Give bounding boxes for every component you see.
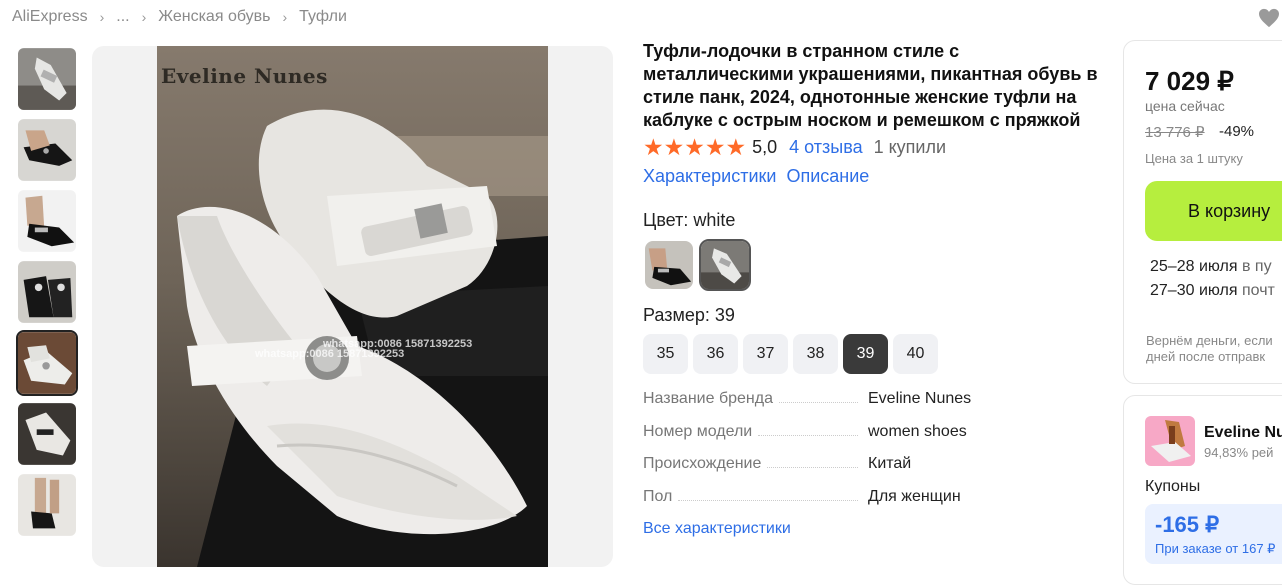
size-option-40[interactable]: 40	[893, 334, 938, 374]
star-icon: ★	[725, 134, 747, 160]
specs-table: Название бренда Eveline Nunes Номер моде…	[643, 390, 1103, 520]
size-option-37[interactable]: 37	[743, 334, 788, 374]
color-option-black[interactable]	[643, 239, 695, 291]
spec-value: Китай	[868, 455, 912, 472]
buy-card: 7 029 ₽ цена сейчас 13 776 ₽ -49% Цена з…	[1123, 40, 1282, 384]
product-photo: Eveline Nunes whatsapp:0086 15871392253 …	[157, 46, 548, 567]
star-icon: ★	[684, 134, 705, 160]
white-pumps-photo	[157, 46, 548, 567]
breadcrumb-shoes[interactable]: Туфли	[299, 8, 347, 26]
rating-stars: ★ ★ ★ ★ ★	[643, 134, 747, 160]
delivery-option-2[interactable]: 27–30 июля почт	[1150, 282, 1275, 300]
main-product-image[interactable]: Eveline Nunes whatsapp:0086 15871392253 …	[92, 46, 613, 567]
spec-dots	[778, 402, 858, 403]
thumbnail-5[interactable]	[16, 330, 78, 396]
all-specs-link[interactable]: Все характеристики	[643, 520, 791, 537]
spec-key-wrap: Пол	[643, 488, 868, 506]
tab-characteristics[interactable]: Характеристики	[643, 166, 776, 187]
spec-row: Происхождение Китай	[643, 455, 1103, 488]
info-tabs: Характеристики Описание	[643, 166, 1103, 187]
delivery-method: в пу	[1241, 258, 1272, 275]
star-icon: ★	[663, 134, 685, 160]
breadcrumb: AliExpress › ... › Женская обувь › Туфли	[12, 8, 347, 26]
refund-line: дней после отправк	[1146, 349, 1266, 364]
discount-badge: -49%	[1219, 123, 1255, 140]
spec-row: Пол Для женщин	[643, 488, 1103, 521]
star-icon: ★	[704, 134, 726, 160]
current-price: 7 029 ₽	[1145, 66, 1234, 96]
bought-count: 1 купили	[873, 136, 947, 157]
chevron-right-icon: ›	[141, 9, 147, 25]
spec-dots	[678, 499, 858, 501]
color-option-white[interactable]	[699, 239, 751, 291]
spec-key: Происхождение	[643, 455, 762, 472]
chevron-right-icon: ›	[282, 9, 288, 25]
spec-value: Для женщин	[868, 487, 961, 505]
spec-value: women shoes	[868, 422, 967, 440]
delivery-method: почт	[1241, 282, 1275, 299]
coupon-card[interactable]: -165 ₽ При заказе от 167 ₽	[1145, 504, 1282, 564]
thumbnail-7[interactable]	[16, 472, 78, 538]
coupon-condition: При заказе от 167 ₽	[1155, 541, 1276, 556]
spec-row: Название бренда Eveline Nunes	[643, 390, 1103, 423]
thumbnail-2[interactable]	[16, 117, 78, 183]
thumbnail-list	[16, 46, 78, 543]
spec-key: Название бренда	[643, 390, 773, 407]
spec-dots	[767, 467, 858, 468]
thumbnail-1[interactable]	[16, 46, 78, 112]
size-label: Размер: 39	[643, 305, 735, 325]
price-note: цена сейчас	[1145, 98, 1225, 114]
brand-watermark: Eveline Nunes	[161, 64, 328, 88]
size-option-38[interactable]: 38	[793, 334, 838, 374]
delivery-date: 25–28 июля	[1150, 258, 1238, 275]
delivery-option-1[interactable]: 25–28 июля в пу	[1150, 258, 1272, 276]
refund-note: Вернём деньги, если дней после отправк	[1146, 333, 1273, 365]
spec-key: Пол	[643, 487, 673, 505]
breadcrumb-womens-shoes[interactable]: Женская обувь	[158, 8, 270, 26]
color-label: Цвет: white	[643, 210, 736, 230]
rating-value: 5,0	[752, 136, 778, 157]
thumbnail-3[interactable]	[16, 188, 78, 254]
spec-row: Номер модели women shoes	[643, 423, 1103, 456]
color-options	[643, 239, 1103, 291]
thumbnail-4[interactable]	[16, 259, 78, 325]
breadcrumb-aliexpress[interactable]: AliExpress	[12, 8, 88, 26]
product-title: Туфли-лодочки в странном стиле с металли…	[643, 41, 1098, 130]
add-to-cart-button[interactable]: В корзину	[1145, 181, 1282, 241]
spec-key: Номер модели	[643, 422, 753, 440]
coupon-amount: -165 ₽	[1155, 512, 1220, 537]
coupons-label: Купоны	[1145, 478, 1201, 495]
size-option-36[interactable]: 36	[693, 334, 738, 374]
price-per-unit: Цена за 1 штуку	[1145, 151, 1243, 166]
refund-line: Вернём деньги, если	[1146, 333, 1273, 348]
contact-watermark: whatsapp:0086 15871392253	[255, 348, 405, 360]
reviews-link[interactable]: 4 отзыва	[789, 137, 862, 158]
spec-dots	[758, 434, 858, 436]
star-icon: ★	[643, 134, 664, 160]
tab-description[interactable]: Описание	[786, 166, 869, 187]
delivery-date: 27–30 июля	[1150, 282, 1238, 299]
spec-key-wrap: Название бренда	[643, 390, 868, 408]
seller-card: Eveline Nu 94,83% рей Купоны -165 ₽ При …	[1123, 395, 1282, 585]
product-info: Туфли-лодочки в странном стиле с металли…	[643, 40, 1103, 538]
spec-value: Eveline Nunes	[868, 390, 972, 407]
heart-icon[interactable]	[1258, 8, 1280, 28]
seller-name[interactable]: Eveline Nu	[1204, 424, 1282, 442]
spec-key-wrap: Происхождение	[643, 455, 868, 473]
thumbnail-6[interactable]	[16, 401, 78, 467]
size-option-39[interactable]: 39	[843, 334, 888, 374]
seller-avatar[interactable]	[1145, 416, 1195, 466]
size-option-35[interactable]: 35	[643, 334, 688, 374]
spec-key-wrap: Номер модели	[643, 423, 868, 441]
chevron-right-icon: ›	[99, 9, 105, 25]
rating-row: ★ ★ ★ ★ ★ 5,0 4 отзыва 1 купили	[643, 134, 1103, 160]
seller-rating: 94,83% рей	[1204, 445, 1274, 460]
old-price: 13 776 ₽	[1145, 124, 1205, 141]
breadcrumb-ellipsis[interactable]: ...	[116, 8, 129, 26]
size-options: 35 36 37 38 39 40	[643, 334, 1103, 374]
